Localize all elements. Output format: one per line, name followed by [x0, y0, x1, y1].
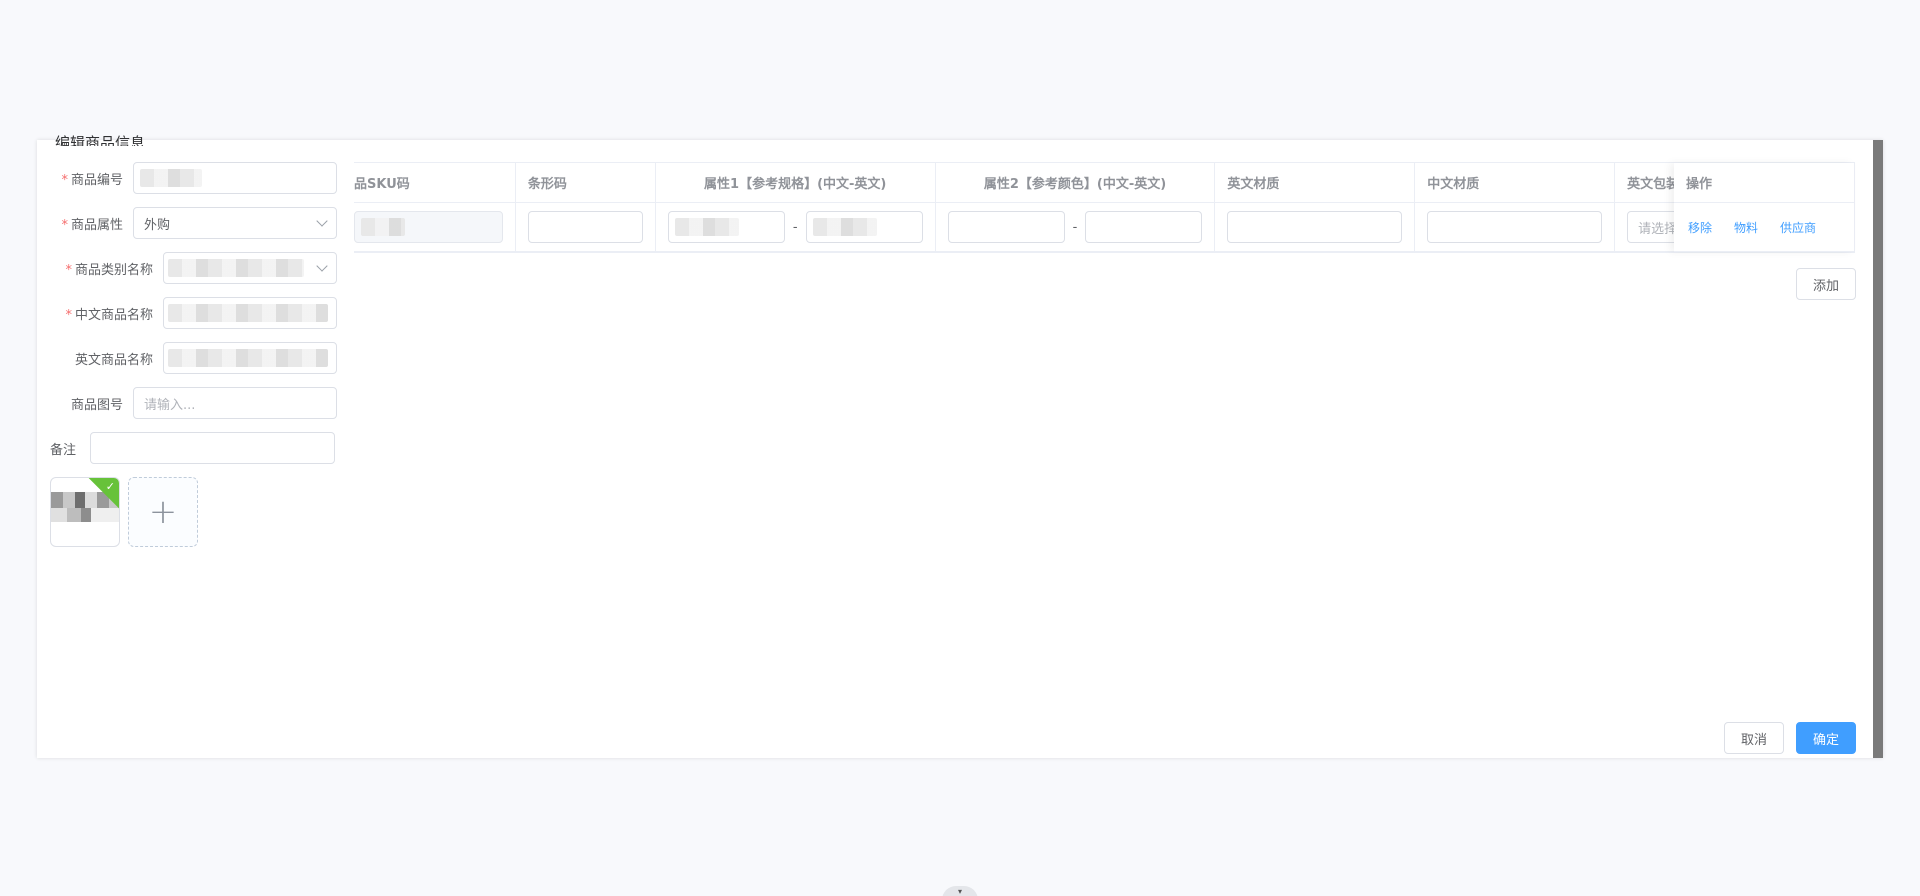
header-attr1: 属性1【参考规格】(中文-英文) — [656, 163, 936, 202]
form-item-drawing-no: 商品图号 请输入... — [51, 387, 337, 419]
en-name-input[interactable] — [163, 342, 337, 374]
category-label: 商品类别名称 — [74, 262, 153, 278]
barcode-input[interactable] — [527, 211, 643, 243]
redacted-value — [140, 169, 202, 187]
en-material-input[interactable] — [1227, 211, 1403, 243]
remove-link[interactable]: 移除 — [1688, 219, 1712, 236]
material-link[interactable]: 物料 — [1734, 219, 1758, 236]
cn-name-label: 中文商品名称 — [74, 307, 153, 323]
dialog-title: 编辑商品信息 — [55, 134, 146, 146]
product-attr-value: 外购 — [144, 217, 171, 233]
product-attr-label: 商品属性 — [70, 217, 123, 233]
header-barcode: 条形码 — [516, 163, 656, 202]
attr1-cn-input[interactable] — [667, 211, 785, 243]
form-item-cn-name: * 中文商品名称 — [51, 297, 337, 329]
header-en-material: 英文材质 — [1215, 163, 1416, 202]
cancel-button[interactable]: 取消 — [1724, 722, 1784, 754]
table-header-row: 品SKU码 条形码 属性1【参考规格】(中文-英文) 属性2【参考颜色】(中文-… — [354, 163, 1855, 203]
redacted-value — [168, 259, 304, 277]
form-item-category: * 商品类别名称 — [51, 252, 337, 284]
add-row-button[interactable]: 添加 — [1796, 268, 1856, 300]
drawer-toggle-button[interactable]: ▾ — [942, 886, 978, 896]
chevron-down-icon — [316, 215, 328, 227]
header-attr2: 属性2【参考颜色】(中文-英文) — [936, 163, 1216, 202]
redacted-value — [168, 304, 328, 322]
header-sku: 品SKU码 — [354, 163, 516, 202]
sku-input[interactable] — [354, 211, 503, 243]
supplier-link[interactable]: 供应商 — [1780, 219, 1816, 236]
remark-input[interactable] — [90, 432, 335, 464]
form-item-remark: 备注 — [50, 432, 335, 464]
uploaded-image-thumb[interactable]: ✓ — [50, 477, 120, 547]
chevron-down-icon — [316, 260, 328, 272]
redacted-value — [361, 218, 405, 236]
cn-name-input[interactable] — [163, 297, 337, 329]
upload-add-button[interactable]: + — [128, 477, 198, 547]
header-cn-material: 中文材质 — [1415, 163, 1616, 202]
redacted-value — [168, 349, 328, 367]
redacted-value — [812, 218, 877, 236]
header-op: 操作 — [1674, 163, 1854, 203]
remark-label: 备注 — [50, 442, 77, 458]
attr2-cn-input[interactable] — [947, 211, 1065, 243]
plus-icon: + — [148, 492, 178, 532]
category-select[interactable] — [163, 252, 337, 284]
vertical-scrollbar[interactable] — [1873, 140, 1883, 758]
confirm-button[interactable]: 确定 — [1796, 722, 1856, 754]
product-code-input[interactable] — [133, 162, 337, 194]
product-code-label: 商品编号 — [70, 172, 123, 188]
drawing-no-input[interactable]: 请输入... — [133, 387, 337, 419]
drawing-no-placeholder: 请输入... — [144, 397, 196, 413]
redacted-value — [674, 218, 739, 236]
form-item-en-name: 英文商品名称 — [51, 342, 337, 374]
operations-column: 操作 移除 物料 供应商 — [1674, 163, 1854, 252]
form-item-product-attr: * 商品属性 外购 — [51, 207, 337, 239]
table-row: - - 请选择 — [354, 203, 1855, 252]
attr1-en-input[interactable] — [805, 211, 923, 243]
en-name-label: 英文商品名称 — [74, 352, 153, 368]
product-attr-select[interactable]: 外购 — [133, 207, 337, 239]
attr2-en-input[interactable] — [1085, 211, 1203, 243]
en-pack-placeholder: 请选择 — [1638, 221, 1678, 237]
sku-table: 品SKU码 条形码 属性1【参考规格】(中文-英文) 属性2【参考颜色】(中文-… — [354, 162, 1855, 253]
cn-material-input[interactable] — [1427, 211, 1603, 243]
form-item-product-code: * 商品编号 — [51, 162, 337, 194]
attr2-separator: - — [1072, 219, 1078, 235]
check-icon: ✓ — [105, 480, 115, 493]
edit-product-dialog: 编辑商品信息 * 商品编号 * 商品属性 外购 * 商品类别名称 * 中文商品名称 英文… — [37, 134, 1883, 758]
attr1-separator: - — [792, 219, 798, 235]
drawing-no-label: 商品图号 — [70, 397, 123, 413]
